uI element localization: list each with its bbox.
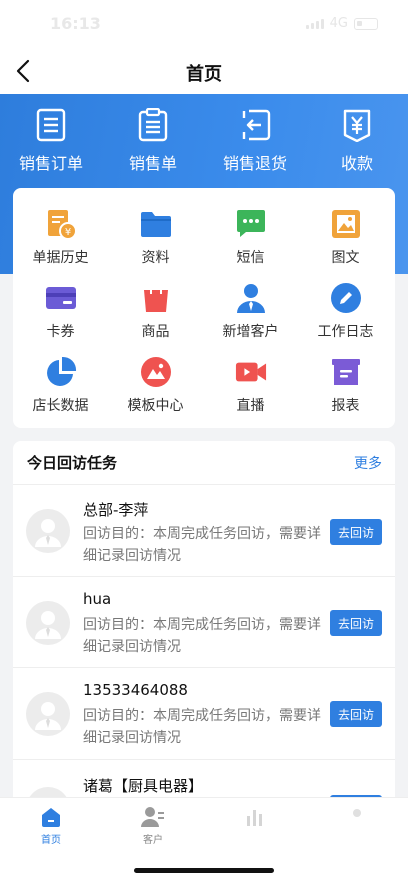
status-bar: 16:13 4G (0, 0, 408, 48)
home-indicator-area (0, 851, 408, 883)
go-visit-button[interactable]: 去回访 (330, 610, 382, 636)
task-customer-name: 诸葛【厨具电器】 (83, 777, 204, 795)
document-list-icon (36, 108, 66, 142)
tab-profile[interactable] (306, 806, 408, 831)
grid-label: 短信 (236, 250, 265, 266)
status-time: 16:13 (50, 14, 101, 33)
more-link[interactable]: 更多 (354, 453, 382, 473)
visit-task-title: 今日回访任务 (27, 454, 118, 472)
task-customer-name: 总部-李萍 (83, 501, 149, 519)
status-indicators: 4G (305, 16, 378, 31)
battery-icon (354, 17, 378, 30)
visit-task-header: 今日回访任务 更多 (13, 441, 395, 485)
folder-icon (140, 208, 172, 240)
yen-receipt-icon (343, 109, 371, 142)
card-icon (45, 282, 77, 314)
grid-item-bill-history[interactable]: ¥ 单据历史 (13, 208, 108, 267)
task-row[interactable]: hua 回访目的：本周完成任务回访，需要详细记录回访情况 去回访 (13, 578, 395, 668)
task-row[interactable]: 诸葛【厨具电器】 去回访 (13, 761, 395, 801)
quick-action-label: 销售退货 (222, 154, 287, 173)
quick-action-sales-order[interactable]: 销售订单 (0, 108, 102, 174)
tab-customer[interactable]: 客户 (102, 806, 204, 846)
go-visit-button[interactable]: 去回访 (330, 701, 382, 727)
grid-label: 直播 (236, 398, 265, 414)
grid-label: 图文 (331, 250, 360, 266)
shopping-bag-icon (140, 282, 172, 314)
task-purpose: 回访目的：本周完成任务回访，需要详细记录回访情况 (83, 526, 321, 564)
grid-label: 卡券 (46, 324, 75, 340)
quick-action-label: 销售订单 (18, 154, 83, 173)
video-camera-icon (235, 356, 267, 388)
grid-label: 工作日志 (317, 324, 374, 340)
grid-label: 模板中心 (127, 398, 184, 414)
grid-item-add-customer[interactable]: 新增客户 (203, 282, 298, 341)
clipboard-icon (138, 108, 168, 142)
svg-text:¥: ¥ (64, 227, 70, 238)
network-label: 4G (329, 16, 348, 31)
quick-action-sales-return[interactable]: 销售退货 (204, 108, 306, 174)
grid-item-report[interactable]: 报表 (298, 356, 393, 415)
grid-item-coupon[interactable]: 卡券 (13, 282, 108, 341)
add-customer-icon (235, 282, 267, 314)
quick-action-receive-payment[interactable]: 收款 (306, 108, 408, 174)
person-placeholder-icon (35, 611, 61, 639)
person-placeholder-icon (35, 519, 61, 547)
avatar (26, 509, 70, 553)
bill-history-icon: ¥ (45, 208, 77, 240)
signal-icon (305, 18, 324, 29)
page-title: 首页 (186, 64, 222, 85)
pie-chart-icon (45, 356, 77, 388)
grid-label: 商品 (141, 324, 170, 340)
tab-label: 首页 (41, 835, 61, 846)
person-placeholder-icon (35, 702, 61, 730)
profile-icon (353, 809, 361, 817)
chart-icon (247, 810, 262, 826)
tab-home[interactable]: 首页 (0, 806, 102, 846)
task-row[interactable]: 13533464088 回访目的：本周完成任务回访，需要详细记录回访情况 去回访 (13, 669, 395, 760)
visit-task-panel: 今日回访任务 更多 总部-李萍 回访目的：本周完成任务回访，需要详细记录回访情况… (13, 441, 395, 801)
grid-item-data[interactable]: 资料 (108, 208, 203, 267)
grid-item-manager-data[interactable]: 店长数据 (13, 356, 108, 415)
grid-label: 店长数据 (32, 398, 89, 414)
grid-item-graphic[interactable]: 图文 (298, 208, 393, 267)
grid-item-live[interactable]: 直播 (203, 356, 298, 415)
task-purpose: 回访目的：本周完成任务回访，需要详细记录回访情况 (83, 617, 321, 655)
function-grid: ¥ 单据历史 资料 短信 图文 卡券 商品 新增客户 工作日志 店长数据 模板中… (13, 188, 395, 428)
template-icon (140, 356, 172, 388)
return-icon (242, 109, 271, 141)
task-purpose: 回访目的：本周完成任务回访，需要详细记录回访情况 (83, 708, 321, 746)
task-customer-name: hua (83, 590, 112, 608)
go-visit-button[interactable]: 去回访 (330, 519, 382, 545)
grid-label: 报表 (331, 398, 360, 414)
grid-label: 资料 (141, 250, 170, 266)
task-row[interactable]: 总部-李萍 回访目的：本周完成任务回访，需要详细记录回访情况 去回访 (13, 485, 395, 577)
grid-label: 单据历史 (32, 250, 89, 266)
tab-statistics[interactable] (204, 806, 306, 831)
grid-item-goods[interactable]: 商品 (108, 282, 203, 341)
image-icon (330, 208, 362, 240)
quick-action-label: 销售单 (128, 154, 177, 173)
pencil-icon (330, 282, 362, 314)
grid-item-template-center[interactable]: 模板中心 (108, 356, 203, 415)
report-box-icon (330, 356, 362, 388)
avatar (26, 601, 70, 645)
quick-action-sales-bill[interactable]: 销售单 (102, 108, 204, 174)
grid-label: 新增客户 (222, 324, 279, 340)
tab-label: 客户 (143, 835, 163, 846)
avatar (26, 692, 70, 736)
home-icon (42, 808, 60, 827)
nav-bar: 首页 (0, 48, 408, 94)
grid-item-work-log[interactable]: 工作日志 (298, 282, 393, 341)
message-icon (235, 208, 267, 240)
bottom-tab-bar: 首页 客户 (0, 797, 408, 851)
grid-item-sms[interactable]: 短信 (203, 208, 298, 267)
customer-icon (141, 807, 164, 827)
task-customer-name: 13533464088 (83, 681, 188, 699)
home-indicator[interactable] (134, 868, 274, 873)
quick-action-label: 收款 (340, 154, 373, 173)
